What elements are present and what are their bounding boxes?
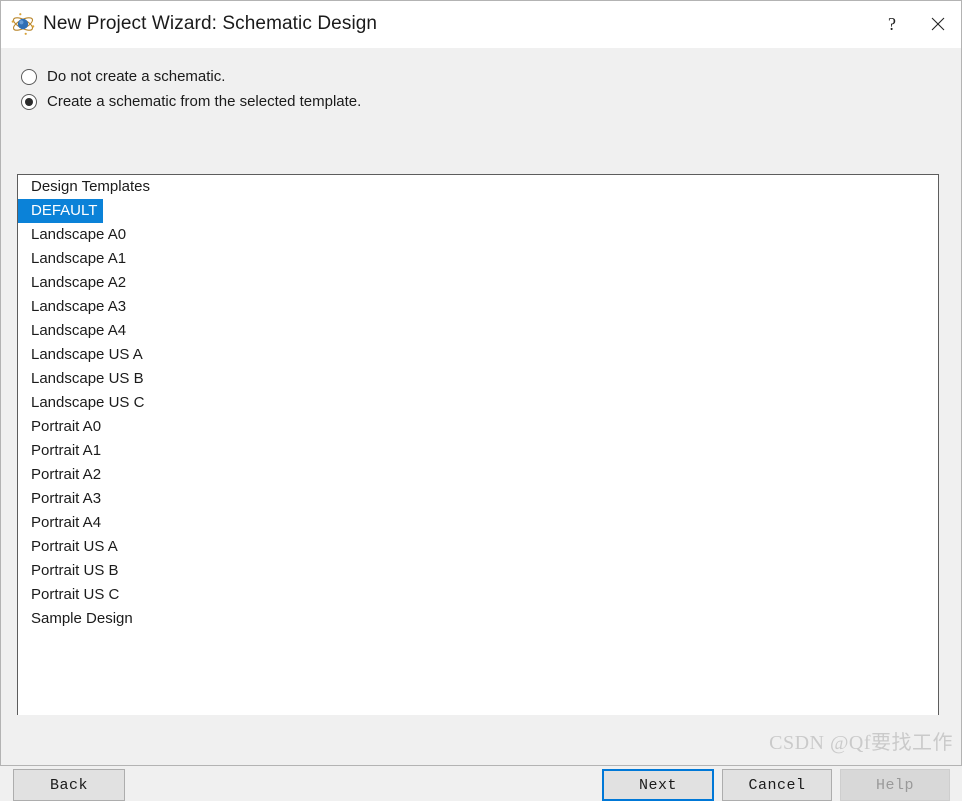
title-bar-buttons: ? xyxy=(869,1,961,47)
list-item[interactable]: DEFAULT xyxy=(18,199,104,223)
list-item[interactable]: Landscape A0 xyxy=(18,223,938,247)
list-item[interactable]: Portrait A0 xyxy=(18,415,938,439)
help-titlebar-button[interactable]: ? xyxy=(869,1,915,47)
list-item[interactable]: Portrait US A xyxy=(18,535,938,559)
window-title: New Project Wizard: Schematic Design xyxy=(43,13,378,34)
design-templates-listbox[interactable]: Design Templates DEFAULT Landscape A0 La… xyxy=(17,174,939,724)
list-item[interactable]: Sample Design xyxy=(18,607,938,631)
back-button[interactable]: Back xyxy=(13,769,125,801)
list-item[interactable]: Landscape US B xyxy=(18,367,938,391)
close-button[interactable] xyxy=(915,1,961,47)
schematic-option-radio-group: Do not create a schematic. Create a sche… xyxy=(1,48,961,114)
radio-do-not-create-schematic[interactable]: Do not create a schematic. xyxy=(21,64,961,89)
help-button: Help xyxy=(840,769,950,801)
list-item[interactable]: Landscape A2 xyxy=(18,271,938,295)
cancel-button[interactable]: Cancel xyxy=(722,769,832,801)
radio-label-create-from-template: Create a schematic from the selected tem… xyxy=(47,93,362,110)
question-mark-icon: ? xyxy=(888,14,896,34)
list-item[interactable]: Portrait US C xyxy=(18,583,938,607)
list-item[interactable]: Landscape US C xyxy=(18,391,938,415)
radio-label-do-not-create: Do not create a schematic. xyxy=(47,68,226,85)
radio-unselected-icon xyxy=(21,68,37,85)
radio-selected-icon xyxy=(21,93,37,110)
next-button[interactable]: Next xyxy=(602,769,714,801)
list-item[interactable]: Portrait US B xyxy=(18,559,938,583)
title-bar: New Project Wizard: Schematic Design ? xyxy=(1,1,961,48)
close-icon xyxy=(931,17,945,31)
list-item[interactable]: Portrait A3 xyxy=(18,487,938,511)
list-item[interactable]: Landscape A4 xyxy=(18,319,938,343)
list-item[interactable]: Portrait A2 xyxy=(18,463,938,487)
list-item[interactable]: Portrait A1 xyxy=(18,439,938,463)
list-header-design-templates: Design Templates xyxy=(31,178,150,195)
list-item[interactable]: Landscape A3 xyxy=(18,295,938,319)
list-item[interactable]: Portrait A4 xyxy=(18,511,938,535)
list-item[interactable]: Landscape US A xyxy=(18,343,938,367)
dialog-body: Do not create a schematic. Create a sche… xyxy=(1,48,961,801)
radio-create-from-template[interactable]: Create a schematic from the selected tem… xyxy=(21,89,961,114)
list-item[interactable]: Landscape A1 xyxy=(18,247,938,271)
new-project-wizard-dialog: New Project Wizard: Schematic Design ? D… xyxy=(0,0,962,801)
proteus-atom-icon xyxy=(11,13,35,35)
dialog-footer xyxy=(1,715,961,765)
